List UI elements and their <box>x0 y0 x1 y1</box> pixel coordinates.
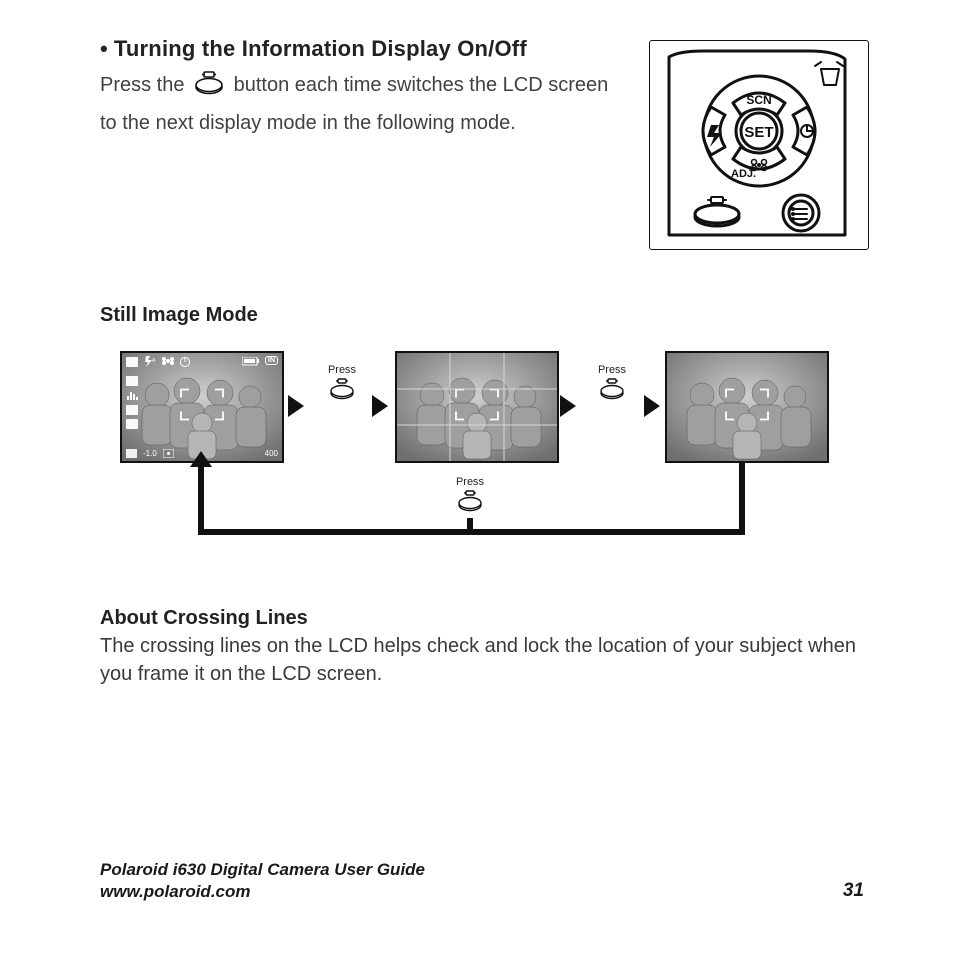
loop-connector <box>467 518 473 535</box>
loop-connector <box>198 463 204 535</box>
lcd-button-icon <box>440 490 500 515</box>
press-label: Press <box>582 364 642 403</box>
family-photo-placeholder <box>667 353 827 461</box>
lcd-button-icon <box>312 378 372 403</box>
family-photo-placeholder <box>122 353 282 461</box>
bullet: • <box>100 36 108 61</box>
lcd-preview-full-info: A IN -1.0 400 <box>120 351 284 463</box>
page-number: 31 <box>843 880 864 902</box>
section-paragraph: Press the button each time switches the … <box>100 68 619 140</box>
lcd-button-icon <box>194 71 224 106</box>
about-heading: About Crossing Lines <box>100 607 869 630</box>
lcd-preview-grid <box>395 351 559 463</box>
set-label: SET <box>745 124 774 141</box>
crossing-lines-grid <box>397 353 557 461</box>
press-label: Press <box>440 476 500 515</box>
arrow-right-icon <box>560 395 576 417</box>
about-text: The crossing lines on the LCD helps chec… <box>100 632 869 688</box>
footer-url: www.polaroid.com <box>100 882 425 902</box>
footer-guide-title: Polaroid i630 Digital Camera User Guide <box>100 860 425 880</box>
arrow-right-icon <box>288 395 304 417</box>
arrow-right-icon <box>644 395 660 417</box>
still-image-mode-heading: Still Image Mode <box>100 304 869 327</box>
section-title-text: Turning the Information Display On/Off <box>114 36 527 61</box>
camera-back-illustration: SET SCN <box>649 40 869 250</box>
press-label: Press <box>312 364 372 403</box>
arrow-up-icon <box>190 451 212 467</box>
display-mode-diagram: A IN -1.0 400 <box>120 351 890 551</box>
adj-label: ADJ. <box>731 168 756 180</box>
loop-connector <box>739 463 745 535</box>
scn-label: SCN <box>746 93 771 107</box>
lcd-button-icon <box>582 378 642 403</box>
lcd-preview-clean <box>665 351 829 463</box>
section-title: •Turning the Information Display On/Off <box>100 36 619 62</box>
para-pre: Press the <box>100 74 190 96</box>
page-footer: Polaroid i630 Digital Camera User Guide … <box>100 860 864 902</box>
arrow-right-icon <box>372 395 388 417</box>
